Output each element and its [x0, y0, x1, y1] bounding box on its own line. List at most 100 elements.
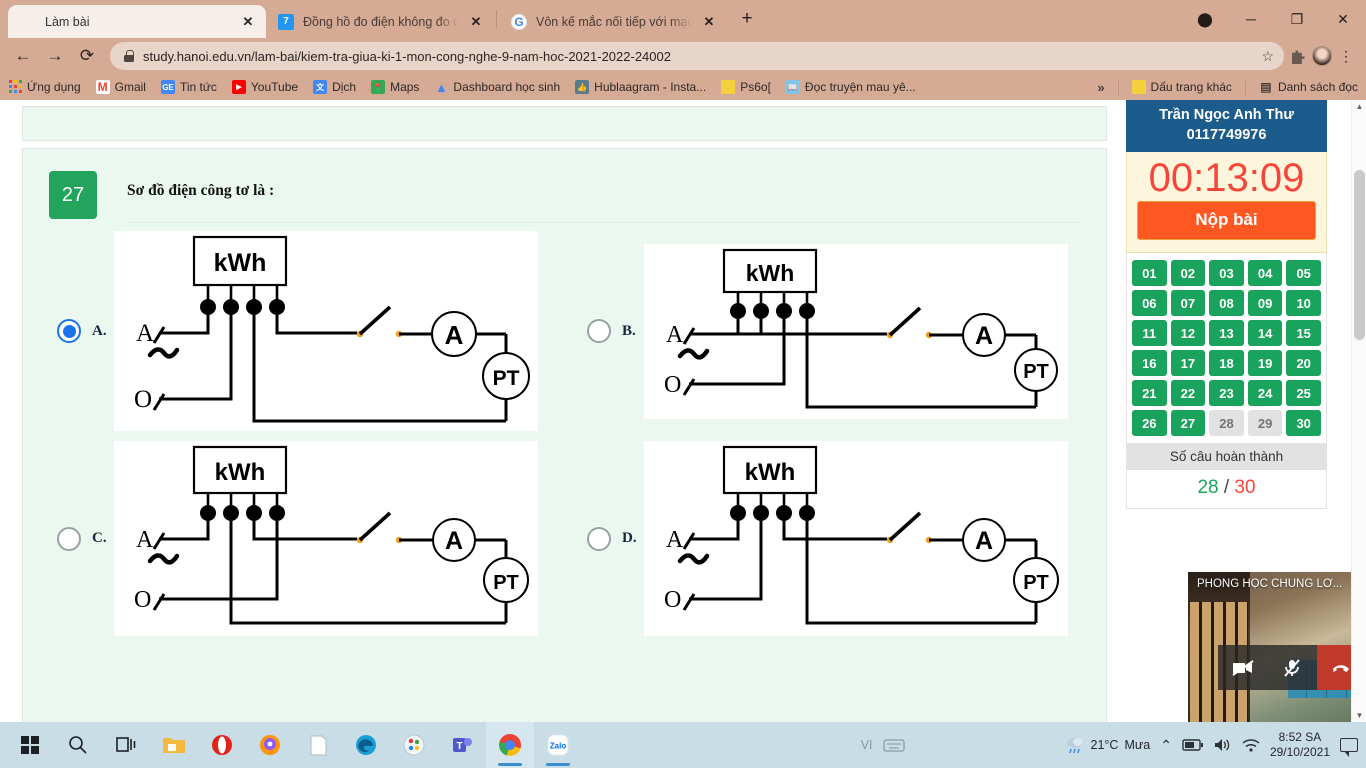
question-nav-button[interactable]: 25	[1286, 380, 1321, 407]
edge-button[interactable]	[342, 722, 390, 768]
question-nav-button[interactable]: 17	[1170, 350, 1206, 377]
question-nav-button[interactable]: 14	[1247, 320, 1283, 347]
opera-button[interactable]	[198, 722, 246, 768]
question-nav-button[interactable]: 12	[1170, 320, 1206, 347]
scroll-up-icon[interactable]: ▲	[1352, 102, 1366, 111]
option-a[interactable]: A. kWh A O A PT	[23, 231, 553, 431]
question-nav-button[interactable]: 09	[1247, 290, 1283, 317]
option-a-radio[interactable]	[57, 319, 81, 343]
profile-avatar[interactable]	[1312, 46, 1332, 66]
bookmark-ps6o[interactable]: Ps6o[	[721, 80, 771, 94]
camera-off-icon[interactable]	[1218, 645, 1267, 690]
browser-tab-1[interactable]: 7 Đồng hồ đo điện không đo được ✕	[266, 5, 494, 38]
keyboard-icon[interactable]	[882, 737, 905, 753]
submit-button[interactable]: Nộp bài	[1137, 201, 1316, 241]
question-nav-button[interactable]: 05	[1286, 260, 1321, 287]
weather-widget[interactable]: 21°C Mưa	[1065, 736, 1150, 754]
scrollbar-thumb[interactable]	[1354, 170, 1365, 340]
question-nav-button[interactable]: 23	[1209, 380, 1244, 407]
menu-kebab-icon[interactable]: ⋮	[1336, 49, 1356, 63]
file-explorer-button[interactable]	[150, 722, 198, 768]
question-nav-button[interactable]: 30	[1286, 410, 1321, 437]
forward-icon[interactable]: →	[40, 41, 70, 71]
volume-icon[interactable]	[1214, 737, 1232, 753]
scroll-down-icon[interactable]: ▼	[1352, 711, 1366, 720]
browser-tab-0[interactable]: Làm bài ✕	[8, 5, 266, 38]
battery-icon[interactable]	[1182, 739, 1204, 751]
question-nav-button[interactable]: 22	[1170, 380, 1206, 407]
clock[interactable]: 8:52 SA 29/10/2021	[1270, 730, 1330, 760]
bookmark-translate[interactable]: 文 Dịch	[313, 80, 356, 94]
paint-button[interactable]	[390, 722, 438, 768]
bookmark-youtube[interactable]: ▶ YouTube	[231, 80, 298, 94]
question-nav-button[interactable]: 24	[1247, 380, 1283, 407]
tab-close-button[interactable]: ✕	[701, 14, 717, 30]
question-nav-button[interactable]: 11	[1132, 320, 1167, 347]
question-nav-button[interactable]: 08	[1209, 290, 1244, 317]
question-nav-button[interactable]: 01	[1132, 260, 1167, 287]
wifi-icon[interactable]	[1242, 738, 1260, 753]
bookmark-doctruyen[interactable]: 📖 Đọc truyện mau yê...	[785, 80, 916, 94]
browser-tab-2[interactable]: G Vôn kế mắc nối tiếp với mạch điệ ✕	[499, 5, 727, 38]
tray-expand-icon[interactable]: ⌃	[1160, 737, 1172, 754]
question-nav-button[interactable]: 16	[1132, 350, 1167, 377]
bookmark-dashboard[interactable]: ▲ Dashboard học sinh	[434, 80, 560, 95]
question-nav-button[interactable]: 19	[1247, 350, 1283, 377]
bookmark-star-icon[interactable]: ☆	[1261, 48, 1274, 65]
back-icon[interactable]: ←	[8, 41, 38, 71]
option-c-radio[interactable]	[57, 526, 81, 551]
question-nav-button[interactable]: 06	[1132, 290, 1167, 317]
question-nav-button[interactable]: 21	[1132, 380, 1167, 407]
bookmarks-overflow-icon[interactable]: »	[1097, 80, 1104, 95]
tab-close-button[interactable]: ✕	[468, 14, 484, 30]
start-button[interactable]	[6, 722, 54, 768]
extensions-icon[interactable]	[1292, 50, 1305, 64]
option-b[interactable]: B. kWh A O A PT	[553, 231, 1083, 431]
address-bar[interactable]: study.hanoi.edu.vn/lam-bai/kiem-tra-giua…	[110, 42, 1284, 70]
option-d-radio[interactable]	[587, 526, 611, 551]
question-nav-button[interactable]: 07	[1170, 290, 1206, 317]
minimize-button[interactable]: ─	[1228, 3, 1274, 35]
mic-off-icon[interactable]	[1267, 645, 1316, 690]
bookmark-apps[interactable]: Ứng dụng	[8, 80, 81, 94]
question-nav-button[interactable]: 27	[1170, 410, 1206, 437]
question-nav-button[interactable]: 04	[1247, 260, 1283, 287]
video-call-widget[interactable]: PHÒNG HỌC CHUNG LƠ...	[1188, 572, 1366, 732]
teams-button[interactable]: T	[438, 722, 486, 768]
bookmark-other[interactable]: Dấu trang khác	[1131, 80, 1232, 94]
maximize-button[interactable]: ❐	[1274, 3, 1320, 35]
option-d[interactable]: D. kWh A O A PT	[553, 441, 1083, 636]
reading-list-button[interactable]: ▤ Danh sách đọc	[1259, 80, 1358, 94]
notifications-icon[interactable]	[1340, 738, 1358, 757]
svg-text:kWh: kWh	[745, 459, 796, 486]
zalo-button[interactable]: Zalo	[534, 722, 582, 768]
question-nav-button[interactable]: 29	[1247, 410, 1283, 437]
location-pin-icon[interactable]: ⬤	[1182, 3, 1228, 35]
option-b-radio[interactable]	[587, 319, 611, 343]
ime-indicator[interactable]: VI	[861, 738, 873, 752]
question-nav-button[interactable]: 13	[1209, 320, 1244, 347]
notepad-button[interactable]	[294, 722, 342, 768]
reload-icon[interactable]: ⟳	[72, 41, 102, 71]
firefox-button[interactable]	[246, 722, 294, 768]
question-nav-button[interactable]: 20	[1286, 350, 1321, 377]
search-button[interactable]	[54, 722, 102, 768]
option-c[interactable]: C. kWh A O A PT	[23, 441, 553, 636]
task-view-button[interactable]	[102, 722, 150, 768]
bookmark-maps[interactable]: 📍 Maps	[371, 80, 419, 94]
question-nav-button[interactable]: 28	[1209, 410, 1244, 437]
bookmark-gmail[interactable]: M Gmail	[95, 80, 146, 94]
bookmark-news[interactable]: GE Tin tức	[160, 80, 217, 94]
tab-close-button[interactable]: ✕	[240, 14, 256, 30]
question-nav-button[interactable]: 15	[1286, 320, 1321, 347]
question-nav-button[interactable]: 18	[1209, 350, 1244, 377]
bookmark-hublaagram[interactable]: 👍 Hublaagram - Insta...	[575, 80, 706, 94]
question-nav-button[interactable]: 03	[1209, 260, 1244, 287]
question-nav-button[interactable]: 10	[1286, 290, 1321, 317]
close-window-button[interactable]: ✕	[1320, 3, 1366, 35]
question-nav-button[interactable]: 02	[1170, 260, 1206, 287]
chrome-button[interactable]	[486, 722, 534, 768]
page-scrollbar[interactable]: ▲ ▼	[1351, 100, 1366, 722]
new-tab-button[interactable]: +	[733, 5, 761, 33]
question-nav-button[interactable]: 26	[1132, 410, 1167, 437]
